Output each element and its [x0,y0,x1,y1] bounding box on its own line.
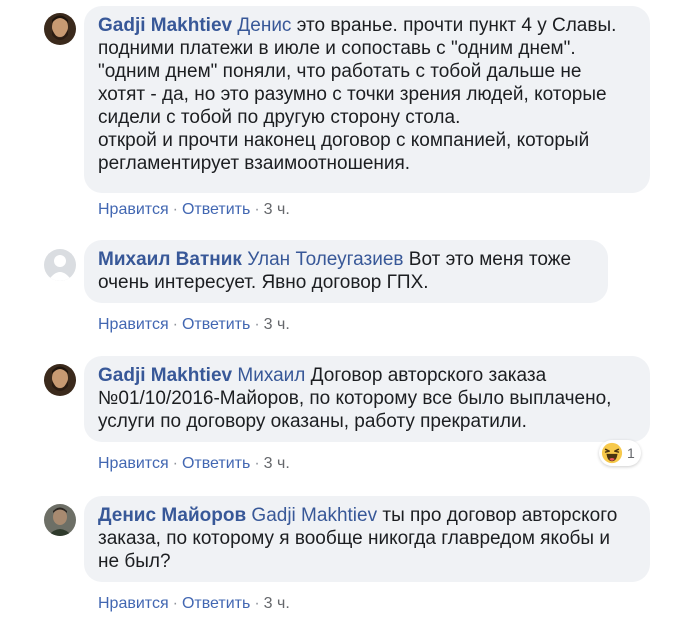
comment-line: Gadji Makhtiev Денис это вранье. прочти … [98,14,636,37]
comment-thread: Gadji Makhtiev Денис это вранье. прочти … [0,0,674,634]
comment-mention[interactable]: Михаил [237,365,305,386]
reply-button[interactable]: Ответить [182,595,250,612]
comment-bubble: Gadji Makhtiev Михаил Договор авторского… [84,356,650,442]
comment-actions: Нравится · Ответить · 3 ч. [98,315,290,335]
separator: · [254,316,260,333]
timestamp[interactable]: 3 ч. [264,316,290,333]
timestamp[interactable]: 3 ч. [264,201,290,218]
avatar-photo-icon [44,504,76,536]
comment-bubble: Gadji Makhtiev Денис это вранье. прочти … [84,6,650,193]
comment-text: подними платежи в июле и сопоставь с "од… [98,38,576,59]
reaction-badge[interactable]: 1 [599,440,641,466]
comment-text: №01/10/2016-Майоров, по которому все был… [98,388,612,409]
comment-author[interactable]: Gadji Makhtiev [98,15,232,36]
comment-text: регламентирует взаимоотношения. [98,153,411,174]
comment-text: услуги по договору оказаны, работу прекр… [98,411,527,432]
reply-button[interactable]: Ответить [182,455,250,472]
reaction-count: 1 [627,445,635,461]
comment-text: очень интересует. Явно договор ГПХ. [98,272,429,293]
comment-actions: Нравится · Ответить · 3 ч. [98,200,290,220]
comment-mention[interactable]: Gadji Makhtiev [251,505,377,526]
separator: · [172,201,178,218]
timestamp[interactable]: 3 ч. [264,595,290,612]
comment-text: заказа, по которому я вообще никогда гла… [98,528,610,549]
avatar[interactable] [44,504,76,536]
default-profile-icon [44,249,76,281]
comment-text: Вот это меня тоже [408,249,572,270]
comment-actions: Нравится · Ответить · 3 ч. [98,454,290,474]
comment-text: это вранье. прочти пункт 4 у Славы. [296,15,617,36]
comment-author[interactable]: Денис Майоров [98,505,246,526]
comment-text: Договор авторского заказа [310,365,547,386]
avatar[interactable] [44,364,76,396]
like-button[interactable]: Нравится [98,201,169,218]
avatar-photo-icon [44,364,76,396]
separator: · [254,595,260,612]
comment-mention[interactable]: Улан Толеугазиев [247,249,403,270]
like-button[interactable]: Нравится [98,595,169,612]
like-button[interactable]: Нравится [98,455,169,472]
separator: · [254,455,260,472]
comment-text: ты про договор авторского [382,505,618,526]
avatar[interactable] [44,249,76,281]
comment-text: хотят - да, но это разумно с точки зрени… [98,84,607,105]
comment-text: сидели с тобой по другую сторону стола. [98,107,461,128]
like-button[interactable]: Нравится [98,316,169,333]
comment-bubble: Денис Майоров Gadji Makhtiev ты про дого… [84,496,650,582]
separator: · [254,201,260,218]
separator: · [172,455,178,472]
comment-text: не был? [98,551,171,572]
comment-line: Денис Майоров Gadji Makhtiev ты про дого… [98,504,636,527]
haha-emoji-icon [601,442,623,464]
comment-author[interactable]: Gadji Makhtiev [98,365,232,386]
reply-button[interactable]: Ответить [182,201,250,218]
comment-line: Михаил Ватник Улан Толеугазиев Вот это м… [98,248,594,271]
separator: · [172,316,178,333]
avatar[interactable] [44,13,76,45]
comment-text: открой и прочти наконец договор с компан… [98,130,590,151]
timestamp[interactable]: 3 ч. [264,455,290,472]
comment-text: "одним днем" поняли, что работать с тобо… [98,61,582,82]
comment-bubble: Михаил Ватник Улан Толеугазиев Вот это м… [84,240,608,303]
comment-mention[interactable]: Денис [237,15,291,36]
comment-actions: Нравится · Ответить · 3 ч. [98,594,290,614]
avatar-photo-icon [44,13,76,45]
reply-button[interactable]: Ответить [182,316,250,333]
separator: · [172,595,178,612]
comment-author[interactable]: Михаил Ватник [98,249,242,270]
comment-line: Gadji Makhtiev Михаил Договор авторского… [98,364,636,387]
